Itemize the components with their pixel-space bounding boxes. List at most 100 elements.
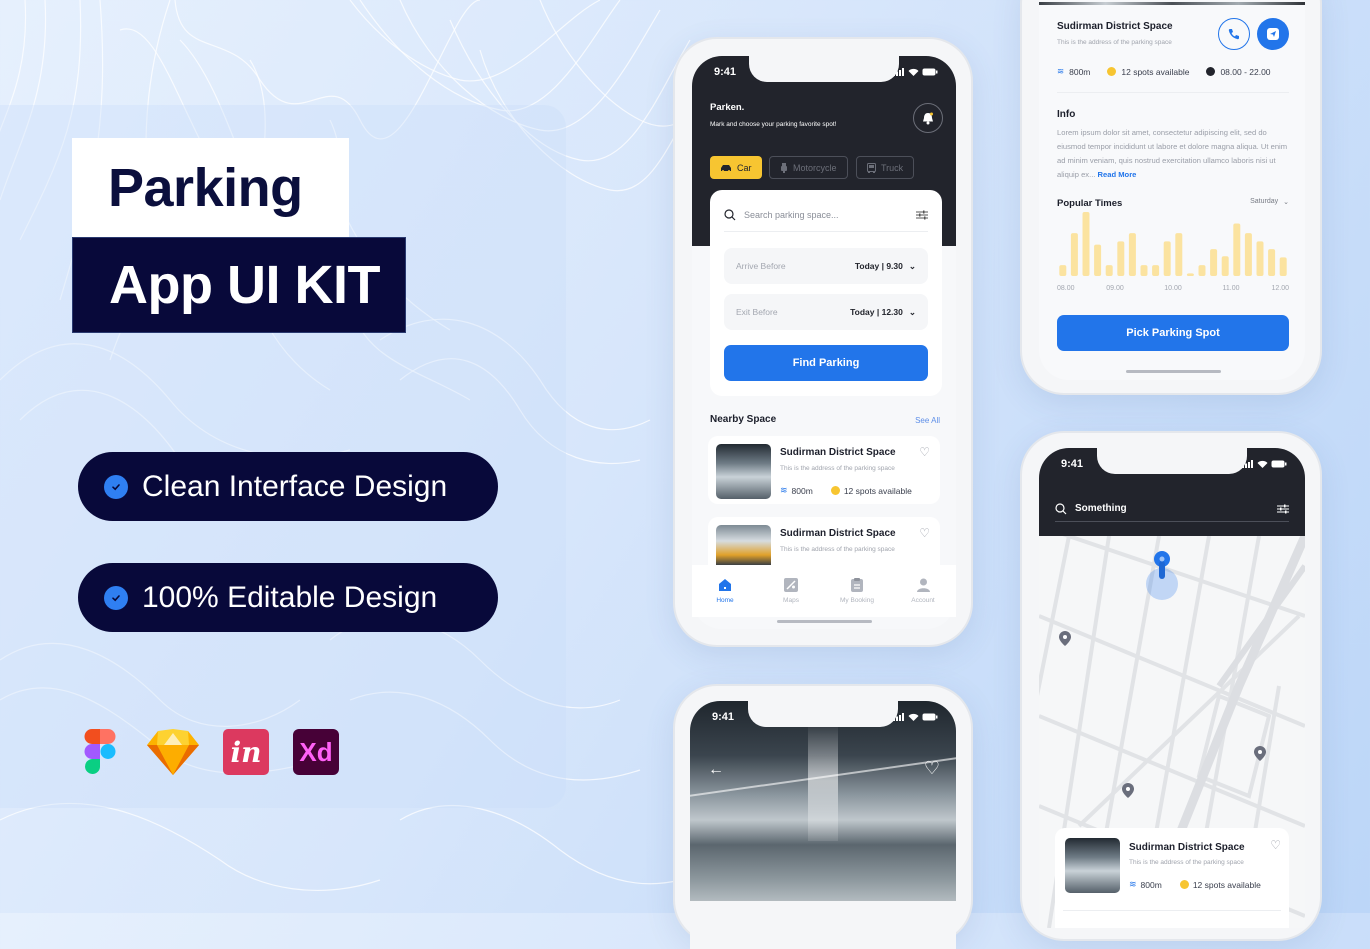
spots-icon [1107,67,1117,76]
chart-bar [1175,233,1183,276]
field-value: Today | 9.30 [854,261,903,271]
see-all-link[interactable]: See All [915,416,940,425]
nav-label: Home [716,597,734,604]
battery-icon [922,68,938,76]
arrive-before-select[interactable]: Arrive Before Today | 9.30 ⌄ [724,248,928,284]
home-icon [719,579,731,591]
opening-hours: 08.00 - 22.00 [1220,66,1271,77]
wifi-icon [908,68,919,76]
adobe-xd-icon: Xd [292,728,340,776]
map-screen: 9:41 Something Sudirman District Space T… [1039,448,1305,928]
nearby-list-item[interactable]: Sudirman District Space This is the addr… [708,436,940,504]
divider [1063,910,1281,911]
booking-icon [851,578,863,592]
chart-tick-label: 12.00 [1271,285,1289,292]
space-distance: 800m [1140,879,1162,890]
selected-location-pin-icon[interactable] [1154,551,1170,581]
chart-bar [1244,233,1252,276]
truck-icon [867,162,876,173]
call-button[interactable] [1218,18,1250,50]
favorite-heart-icon[interactable]: ♡ [919,445,930,459]
feature-label: Clean Interface Design [142,469,448,503]
space-spots: 12 spots available [1192,879,1261,890]
status-icons [893,68,938,76]
chart-bar [1094,244,1102,276]
day-select-value: Saturday [1250,198,1279,205]
map-icon [784,578,798,592]
chart-bar [1256,241,1264,276]
chart-bar [1140,265,1148,276]
map-result-card[interactable]: Sudirman District Space This is the addr… [1055,828,1289,928]
nav-maps[interactable]: Maps [761,578,821,604]
search-icon [724,208,736,220]
home-indicator [777,620,872,623]
pick-parking-spot-button[interactable]: Pick Parking Spot [1057,315,1289,351]
info-title: Info [1057,109,1076,120]
status-icons [893,713,938,721]
favorite-heart-icon[interactable]: ♡ [1270,838,1281,852]
search-icon [1055,502,1067,514]
nav-account[interactable]: Account [893,578,953,604]
tab-label: Motorcycle [793,162,837,173]
find-parking-button[interactable]: Find Parking [724,345,928,381]
brand-name: Parken. [710,102,745,113]
space-distance: 800m [791,485,813,496]
spots-icon [830,486,840,495]
exit-before-select[interactable]: Exit Before Today | 12.30 ⌄ [724,294,928,330]
chart-bar [1233,223,1241,276]
chart-bar [1070,233,1078,276]
map-search-input[interactable]: Something [1075,503,1269,514]
search-input[interactable]: Search parking space... [744,210,908,220]
tab-label: Car [737,162,752,173]
day-select[interactable]: Saturday ⌄ [1250,198,1289,206]
nav-label: Maps [783,597,799,604]
space-name: Sudirman District Space [1057,21,1173,32]
nav-my-booking[interactable]: My Booking [827,578,887,604]
chart-tick-label: 08.00 [1057,285,1075,292]
chart-bar [1186,273,1194,276]
favorite-heart-icon[interactable]: ♡ [919,526,930,540]
space-meta: ≋ 800m 12 spots available [1129,879,1261,890]
vehicle-tab-motorcycle[interactable]: Motorcycle [769,156,848,179]
chart-bar [1221,256,1229,276]
battery-icon [922,713,938,721]
field-value: Today | 12.30 [850,307,903,317]
tagline: Mark and choose your parking favorite sp… [710,121,837,128]
check-circle-icon [104,474,128,499]
nearby-list-item[interactable]: Sudirman District Space This is the addr… [708,517,940,565]
space-address: This is the address of the parking space [1057,39,1172,46]
parking-pin-icon[interactable] [1122,783,1134,803]
sketch-icon [146,728,200,776]
notification-button[interactable] [913,103,943,133]
phone-notch [748,701,898,727]
car-icon [721,164,731,172]
map-search-bar[interactable]: Something [1055,496,1289,522]
photo-footer [690,901,956,949]
back-arrow-icon[interactable]: ← [708,761,724,779]
chevron-down-icon: ⌄ [908,306,916,317]
navigate-button[interactable] [1257,18,1289,50]
parking-pin-icon[interactable] [1059,631,1071,651]
parking-pin-icon[interactable] [1254,746,1266,766]
account-icon [916,578,930,592]
parking-thumbnail [716,444,771,499]
chart-bar [1152,265,1160,276]
vehicle-tab-car[interactable]: Car [710,156,762,179]
read-more-link[interactable]: Read More [1098,170,1137,179]
parking-thumbnail [716,525,771,565]
vehicle-tab-truck[interactable]: Truck [856,156,915,179]
header-photo-edge [1039,2,1305,5]
invision-icon: in [222,728,270,776]
check-circle-icon [104,585,128,610]
chart-bar [1128,233,1136,276]
home-indicator [1126,370,1221,373]
detail-screen: Sudirman District Space This is the addr… [1039,0,1305,380]
chart-bar [1105,265,1113,276]
nav-label: My Booking [840,597,874,604]
favorite-heart-icon[interactable]: ♡ [924,758,940,779]
nav-home[interactable]: Home [695,578,755,604]
battery-icon [1271,460,1287,468]
space-name: Sudirman District Space [1129,842,1245,853]
chart-tick-label: 09.00 [1106,285,1124,292]
search-bar[interactable]: Search parking space... [724,204,928,232]
